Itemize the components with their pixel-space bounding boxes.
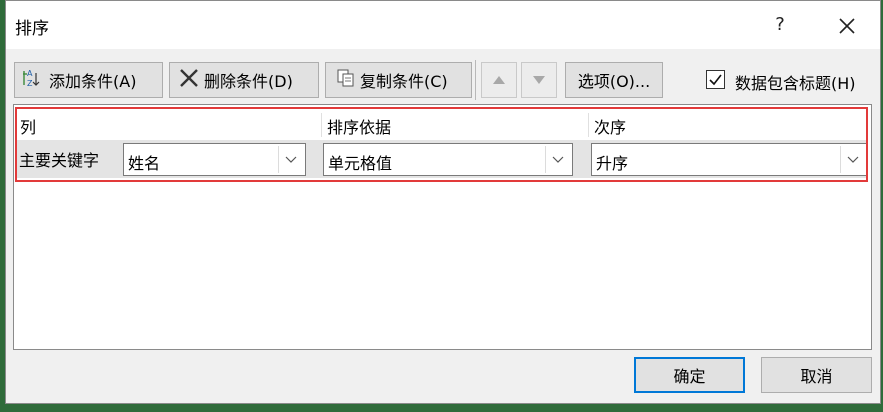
header-divider [321,113,322,137]
toolbar-separator [475,60,476,100]
title-bar: 排序 ? [6,1,880,49]
dialog-title: 排序 [15,19,49,39]
move-down-button[interactable] [521,62,557,98]
close-button[interactable] [834,13,860,39]
svg-text:A: A [27,69,33,78]
delete-x-icon [178,68,200,92]
sort-dialog: 排序 ? A Z 添加条件(A) 删除条件(D) 复制条件(C) 选项(O)..… [5,0,881,404]
sort-az-icon: A Z [21,68,45,92]
copy-level-label: 复制条件(C) [360,72,448,91]
order-select[interactable]: 升序 [591,143,868,176]
svg-text:Z: Z [27,79,33,88]
sort-on-header: 排序依据 [327,118,392,137]
sort-on-select[interactable]: 单元格值 [323,143,573,176]
column-select-value: 姓名 [128,154,161,173]
move-up-button[interactable] [481,62,517,98]
options-button[interactable]: 选项(O)... [565,62,663,98]
delete-level-button[interactable]: 删除条件(D) [169,62,319,98]
triangle-down-icon [533,76,545,84]
sort-level-label: 主要关键字 [19,151,100,170]
chevron-down-icon[interactable] [278,146,303,173]
header-divider [588,113,589,137]
copy-icon [336,68,356,92]
close-icon [839,18,855,34]
triangle-up-icon [493,76,505,84]
checkmark-icon [709,74,722,86]
copy-level-button[interactable]: 复制条件(C) [325,62,472,98]
column-select[interactable]: 姓名 [123,143,306,176]
order-select-value: 升序 [596,154,629,173]
has-headers-label[interactable]: 数据包含标题(H) [735,70,856,94]
options-label: 选项(O)... [577,72,651,91]
cancel-button[interactable]: 取消 [761,357,872,393]
add-level-label: 添加条件(A) [49,72,137,91]
delete-level-label: 删除条件(D) [204,72,293,91]
has-headers-checkbox[interactable] [706,70,725,89]
chevron-down-icon[interactable] [840,146,865,173]
column-header: 列 [20,118,37,137]
help-button[interactable]: ? [768,13,792,37]
order-header: 次序 [594,118,627,137]
chevron-down-icon[interactable] [545,146,570,173]
sort-on-select-value: 单元格值 [328,154,393,173]
add-level-button[interactable]: A Z 添加条件(A) [14,62,163,98]
ok-button[interactable]: 确定 [634,357,745,393]
